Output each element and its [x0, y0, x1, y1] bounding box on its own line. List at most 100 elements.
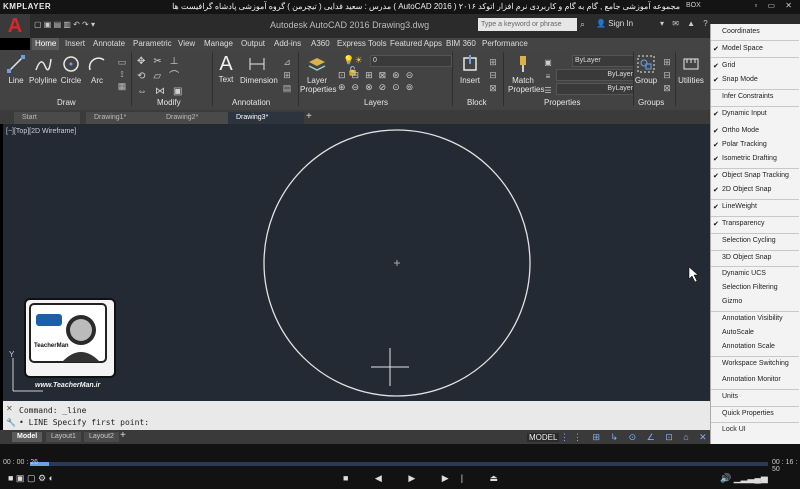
- text-tool[interactable]: A Text: [216, 53, 236, 84]
- menu-separator: [711, 250, 799, 251]
- menu-item-lineweight[interactable]: LineWeight: [722, 203, 757, 210]
- sign-in-label: Sign In: [608, 19, 634, 28]
- menu-item-polar-tracking[interactable]: Polar Tracking: [722, 141, 767, 148]
- new-layout-button[interactable]: +: [120, 430, 126, 441]
- menu-item-2d-object-snap[interactable]: 2D Object Snap: [722, 186, 771, 193]
- playback-controls[interactable]: ■ ◀ ▶ ▶| ⏏: [343, 473, 510, 484]
- player-left-controls[interactable]: ■ ▣ ▢ ⚙ ◐: [8, 473, 54, 484]
- properties-panel-title[interactable]: Properties: [544, 98, 580, 107]
- tab-view[interactable]: View: [178, 38, 195, 50]
- new-tab-button[interactable]: +: [306, 111, 312, 122]
- tab-insert[interactable]: Insert: [65, 38, 85, 50]
- file-tab-drawing3[interactable]: Drawing3*: [228, 112, 304, 124]
- menu-item-ortho-mode[interactable]: Ortho Mode: [722, 127, 759, 134]
- polyline-icon: [35, 58, 52, 71]
- layout-tab-layout1[interactable]: Layout1: [46, 432, 81, 442]
- menu-item-annotation-scale[interactable]: Annotation Scale: [722, 343, 775, 350]
- layer-tools-row[interactable]: ⊡⊟⊞⊠⊛⊝: [338, 70, 448, 81]
- tab-performance[interactable]: Performance: [482, 38, 528, 50]
- menu-item-isometric-drafting[interactable]: Isometric Drafting: [722, 155, 777, 162]
- menu-item-snap-mode[interactable]: Snap Mode: [722, 76, 758, 83]
- tab-add-ins[interactable]: Add-ins: [274, 38, 301, 50]
- menu-item-model-space[interactable]: Model Space: [722, 45, 763, 52]
- quick-access-toolbar[interactable]: ▢ ▣ ▤ ▥ ↶ ↷ ▾: [34, 20, 95, 29]
- menu-item-object-snap-tracking[interactable]: Object Snap Tracking: [722, 172, 789, 179]
- seek-bar[interactable]: [30, 462, 768, 466]
- layer-tools-row-2[interactable]: ⊕⊖⊗⊘⊙⊚: [338, 82, 448, 93]
- menu-item-annotation-visibility[interactable]: Annotation Visibility: [722, 315, 783, 322]
- player-window-controls[interactable]: ▫ ▭ ✕: [754, 1, 796, 10]
- tab-output[interactable]: Output: [241, 38, 265, 50]
- lineweight-dropdown[interactable]: ByLayer: [556, 83, 634, 95]
- application-menu-button[interactable]: A: [0, 14, 30, 38]
- menu-item-gizmo[interactable]: Gizmo: [722, 298, 742, 305]
- modify-tools[interactable]: ✥✂⊥ ⟲▱⌒ ⇔⋈▣: [137, 54, 207, 99]
- menu-item-selection-filtering[interactable]: Selection Filtering: [722, 284, 778, 291]
- player-box-button[interactable]: BOX: [686, 2, 701, 9]
- menu-item-grid[interactable]: Grid: [722, 62, 735, 69]
- close-command-icon[interactable]: ✕: [6, 404, 13, 413]
- annotation-panel-title[interactable]: Annotation: [232, 98, 270, 107]
- layers-panel-title[interactable]: Layers: [364, 98, 388, 107]
- block-panel-title[interactable]: Block: [467, 98, 487, 107]
- help-icons[interactable]: ▾ ✉ ▲ ?: [660, 19, 711, 28]
- wrench-icon[interactable]: 🔧: [6, 418, 16, 427]
- file-tab-drawing1[interactable]: Drawing1*: [86, 112, 162, 124]
- menu-item-quick-properties[interactable]: Quick Properties: [722, 410, 774, 417]
- menu-item-lock-ui[interactable]: Lock UI: [722, 426, 746, 433]
- draw-panel-title[interactable]: Draw: [57, 98, 76, 107]
- menu-item-3d-object-snap[interactable]: 3D Object Snap: [722, 254, 771, 261]
- groups-panel-title[interactable]: Groups: [638, 98, 664, 107]
- layer-properties-tool[interactable]: Layer Properties: [300, 54, 336, 94]
- tab-a360[interactable]: A360: [311, 38, 330, 50]
- annotation-small-tools[interactable]: ⊿ ⊞ ▤: [280, 56, 294, 95]
- menu-item-units[interactable]: Units: [722, 393, 738, 400]
- layer-dropdown[interactable]: 0: [370, 55, 452, 67]
- file-tab-drawing2[interactable]: Drawing2*: [158, 112, 234, 124]
- command-input[interactable]: • LINE Specify first point:: [19, 418, 149, 427]
- menu-item-coordinates[interactable]: Coordinates: [722, 28, 760, 35]
- tab-manage[interactable]: Manage: [204, 38, 233, 50]
- layout-tab-model[interactable]: Model: [12, 432, 43, 442]
- binoculars-icon[interactable]: ⌕: [580, 19, 585, 30]
- menu-separator: [711, 389, 799, 390]
- search-input[interactable]: Type a keyword or phrase: [478, 18, 577, 31]
- tab-parametric[interactable]: Parametric: [133, 38, 172, 50]
- menu-item-annotation-monitor[interactable]: Annotation Monitor: [722, 376, 781, 383]
- linetype-dropdown[interactable]: ByLayer: [556, 69, 634, 81]
- match-properties-tool[interactable]: Match Properties: [508, 54, 544, 94]
- volume-slider[interactable]: 🔊 ▁▂▃▄▅: [720, 473, 768, 484]
- utilities-tool[interactable]: Utilities: [677, 54, 705, 85]
- tab-featured-apps[interactable]: Featured Apps: [390, 38, 442, 50]
- insert-tool[interactable]: Insert: [458, 54, 482, 85]
- color-dropdown[interactable]: ByLayer: [572, 55, 634, 67]
- group-small-tools[interactable]: ⊞ ⊟ ⊠: [661, 56, 673, 95]
- menu-item-selection-cycling[interactable]: Selection Cycling: [722, 237, 776, 244]
- menu-item-infer-constraints[interactable]: Infer Constraints: [722, 93, 773, 100]
- tab-bim-360[interactable]: BIM 360: [446, 38, 476, 50]
- tab-home[interactable]: Home: [32, 38, 60, 50]
- block-small-tools[interactable]: ⊞ ⊟ ⊠: [486, 56, 500, 95]
- arc-tool[interactable]: Arc: [87, 54, 107, 85]
- tab-express-tools[interactable]: Express Tools: [337, 38, 387, 50]
- menu-item-dynamic-input[interactable]: Dynamic Input: [722, 110, 767, 117]
- line-tool[interactable]: Line: [6, 54, 26, 85]
- circle-tool[interactable]: Circle: [60, 54, 82, 85]
- menu-item-transparency[interactable]: Transparency: [722, 220, 765, 227]
- menu-item-dynamic-ucs[interactable]: Dynamic UCS: [722, 270, 766, 277]
- paintbrush-icon: [520, 56, 526, 72]
- dimension-tool[interactable]: Dimension: [240, 54, 278, 85]
- arc-label: Arc: [91, 76, 103, 85]
- menu-item-autoscale[interactable]: AutoScale: [722, 329, 754, 336]
- layout-tab-layout2[interactable]: Layout2: [84, 432, 119, 442]
- file-tab-start[interactable]: Start: [14, 112, 80, 124]
- match-properties-label-1: Match: [512, 76, 534, 85]
- menu-item-workspace-switching[interactable]: Workspace Switching: [722, 360, 789, 367]
- sign-in-link[interactable]: 👤 Sign In: [596, 19, 633, 28]
- group-tool[interactable]: Group: [634, 54, 658, 85]
- model-space-button[interactable]: MODEL: [527, 433, 560, 442]
- polyline-tool[interactable]: Polyline: [28, 54, 58, 85]
- draw-small-tools[interactable]: ▭ ⟟ ▦: [112, 56, 132, 92]
- tab-annotate[interactable]: Annotate: [93, 38, 125, 50]
- modify-panel-title[interactable]: Modify: [157, 98, 181, 107]
